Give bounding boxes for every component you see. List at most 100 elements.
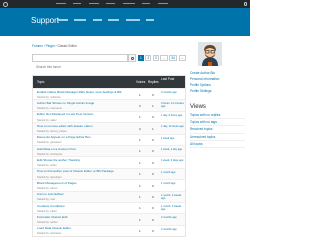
table-row: Can no Lots Edited Started by: user 1 0 1 mo… (33, 190, 186, 202)
topic-title-link[interactable]: Elements Appear on a Page Editor Box (37, 136, 133, 140)
topic-author: Started by: editor (37, 209, 57, 213)
breadcrumb-separator: › (43, 44, 45, 48)
freshness-link[interactable]: 2 months ago (161, 228, 186, 231)
header-nav-link[interactable] (146, 19, 155, 21)
header-nav-link[interactable] (108, 19, 120, 21)
global-nav-link[interactable] (142, 2, 151, 4)
global-nav-link[interactable] (106, 2, 116, 4)
topic-title-link[interactable]: Editor Not Displayed in Last Post Versio… (37, 113, 133, 117)
topic-title-link[interactable]: Contains Conditions (37, 205, 133, 209)
view-link[interactable]: Topics with no tags (190, 119, 245, 127)
global-nav-link[interactable] (157, 2, 168, 4)
topic-title-link[interactable]: Edit Shows the author Tracking (37, 159, 133, 163)
table-body: Enable Native Block Manager Ride Notes: … (33, 88, 185, 236)
topic-title-link[interactable]: Formatter Classic Edit (37, 216, 133, 220)
topic-author: Started by: redhorse (37, 95, 61, 99)
topic-title-link[interactable]: Admin Bar Shows no Single Admin Image (37, 102, 133, 106)
replies-count: 0 (152, 115, 154, 120)
page-title[interactable]: Support (31, 16, 59, 25)
page-number-current: 1 (138, 55, 144, 61)
freshness-link[interactable]: 3 months ago (161, 91, 186, 94)
topic-title-link[interactable]: Enable Native Block Manager Ride Notes: … (37, 91, 133, 95)
table-row: Add Meta on a Custom Post Started by: wor… (33, 144, 186, 157)
view-link[interactable]: All topics (190, 141, 245, 149)
view-link[interactable]: Resolved topics (190, 126, 245, 134)
column-header-topic: Topic (37, 80, 45, 84)
voices-count: 1 (139, 217, 141, 222)
topic-author: Started by: developer (37, 175, 62, 179)
page-number[interactable]: 34 (169, 55, 177, 61)
table-row: Elements Appear on a Page Editor Box Star… (33, 133, 186, 145)
freshness-link[interactable]: 1 month, 3 weeks ago (161, 205, 186, 211)
topic-title-link[interactable]: Block Management of Pages (37, 182, 133, 186)
table-row: Editor Not Displayed in Last Post Versio… (33, 110, 186, 122)
column-header-replies: Replies (148, 80, 159, 84)
replies-count: 0 (152, 138, 154, 143)
topic-author: Started by: guestuser (37, 141, 62, 145)
breadcrumb-item[interactable]: Plugin (46, 44, 55, 48)
table-row: Block Management of Pages Started by: adm… (33, 179, 185, 190)
topic-title-link[interactable]: How to find author post of Classic Edito… (37, 170, 133, 174)
page-number[interactable]: 2 (145, 55, 152, 61)
page-number[interactable]: 3 (152, 55, 159, 61)
column-header-voices: Voices (136, 80, 146, 84)
header-nav-link[interactable] (74, 19, 87, 21)
freshness-link[interactable]: 1 day, 14 hours ago (161, 125, 186, 128)
table-row: Load Data Classic Editor Started by: site… (33, 224, 186, 236)
header-nav-link[interactable] (92, 19, 102, 21)
views-list: Topics with no replies Topics with no ta… (190, 112, 245, 149)
freshness-link[interactable]: 1 month, 2 weeks ago (161, 194, 186, 200)
forum-search (32, 54, 128, 70)
avatar[interactable] (198, 42, 222, 66)
freshness-link[interactable]: 1 month ago (161, 171, 186, 174)
voices-count: 1 (139, 149, 141, 154)
freshness-link[interactable]: 1 week, 3 days ago (161, 159, 186, 162)
topic-title-link[interactable]: How to remove editor with feature option (37, 125, 133, 129)
topic-title-link[interactable]: Can no Lots Edited (37, 193, 133, 197)
site-header: Support (0, 8, 250, 36)
voices-count: 1 (139, 138, 141, 143)
replies-count: 0 (152, 149, 154, 154)
freshness-link[interactable]: 2 months ago (161, 216, 186, 219)
topic-author: Started by: siteowner (37, 232, 62, 236)
freshness-link[interactable]: 1 week, 1 day ago (161, 148, 186, 151)
breadcrumb-current: Classic Editor (57, 44, 77, 48)
header-nav (58, 19, 218, 22)
wordpress-logo-icon[interactable] (3, 1, 8, 7)
search-icon[interactable] (243, 2, 247, 6)
global-nav-link[interactable] (122, 2, 135, 4)
freshness-link[interactable]: 1 month ago (161, 182, 186, 185)
header-nav-link[interactable] (58, 19, 68, 21)
replies-count: 0 (152, 195, 154, 200)
freshness-link[interactable]: 1 week ago (161, 137, 186, 140)
search-button[interactable] (128, 54, 136, 62)
table-row: Contains Conditions Started by: editor 1 0 1… (33, 201, 186, 213)
global-nav-link[interactable] (56, 2, 66, 4)
voices-count: 1 (139, 115, 141, 120)
topic-title-link[interactable]: Add Meta on a Custom Post (37, 148, 133, 152)
topic-title-link[interactable]: Load Data Classic Editor (37, 227, 133, 231)
header-nav-link[interactable] (125, 19, 140, 21)
sidebar: Create Author Bio Personal Information P… (190, 42, 245, 149)
voices-count: 2 (139, 103, 141, 108)
freshness-link[interactable]: 3 hours, 14 minutes ago (161, 102, 186, 108)
freshness-link[interactable]: 1 day, 6 hours ago (161, 114, 186, 117)
global-nav-link[interactable] (88, 2, 99, 4)
breadcrumb: Forums › Plugin › Classic Editor (32, 44, 77, 48)
voices-count: 1 (139, 195, 141, 200)
voices-count: 2 (139, 126, 141, 131)
global-nav (56, 2, 176, 22)
view-link[interactable]: Unresolved topics (190, 134, 245, 141)
replies-count: 1 (152, 126, 154, 131)
table-row: Edit Shows the author Tracking Started by… (33, 156, 185, 167)
replies-count: 0 (152, 92, 154, 97)
table-row: Enable Native Block Manager Ride Notes: … (33, 88, 185, 99)
search-input[interactable] (33, 64, 127, 70)
global-nav-link[interactable] (73, 2, 82, 4)
next-page-button[interactable]: → (178, 55, 186, 61)
replies-count: 0 (152, 172, 154, 177)
view-link[interactable]: Topics with no replies (190, 112, 245, 120)
voices-count: 1 (139, 160, 141, 165)
profile-link[interactable]: Profile Settings (190, 88, 245, 94)
breadcrumb-item[interactable]: Forums (32, 44, 43, 48)
